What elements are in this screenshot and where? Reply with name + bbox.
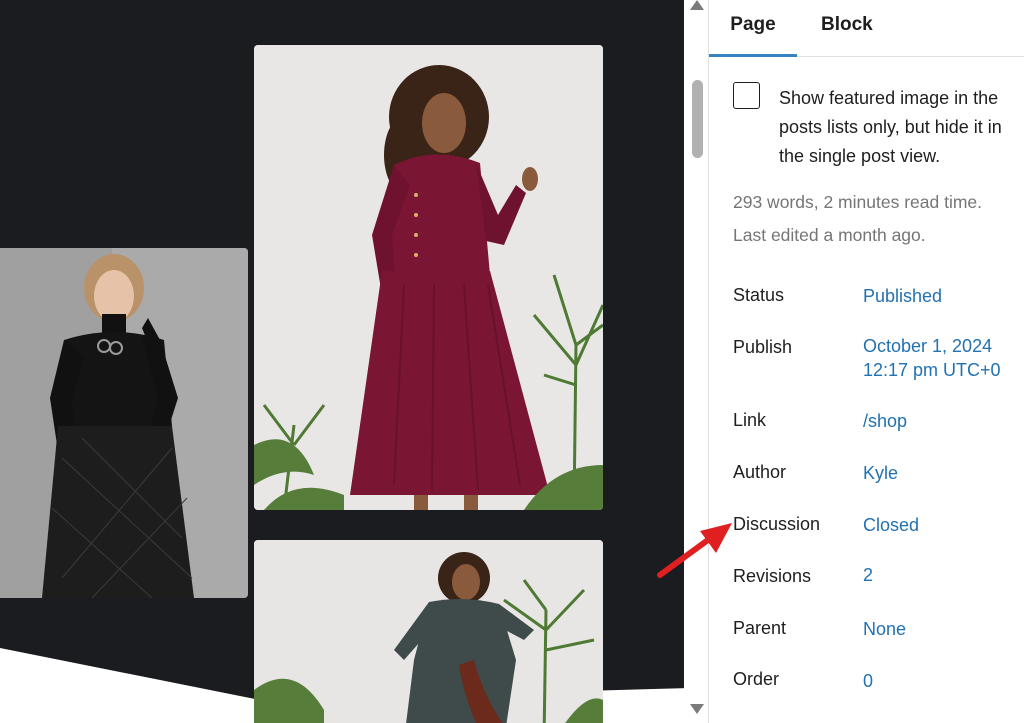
author-label: Author <box>733 462 787 482</box>
parent-label: Parent <box>733 618 787 638</box>
discussion-label: Discussion <box>733 514 821 534</box>
gallery-image-black-dress[interactable] <box>0 248 248 598</box>
last-edited-text: Last edited a month ago. <box>733 225 926 245</box>
author-value-button[interactable]: Kyle <box>863 461 898 485</box>
publish-date: October 1, 2024 <box>863 336 993 356</box>
vertical-scrollbar[interactable] <box>684 0 708 723</box>
link-value-button[interactable]: /shop <box>863 409 907 433</box>
tab-page-label: Page <box>730 14 776 35</box>
tab-page[interactable]: Page <box>709 0 797 57</box>
active-tab-indicator <box>709 54 797 57</box>
status-label: Status <box>733 285 785 305</box>
scrollbar-thumb[interactable] <box>692 80 703 158</box>
publish-time: 12:17 pm UTC+0 <box>863 360 1001 380</box>
revisions-value-button[interactable]: 2 <box>863 563 873 587</box>
triangle-down-icon[interactable] <box>690 704 704 714</box>
publish-date-button[interactable]: October 1, 2024 12:17 pm UTC+0 <box>863 334 1001 382</box>
settings-sidebar: Page Block Show featured image in the po… <box>708 0 1024 723</box>
gallery-image-red-dress[interactable] <box>254 45 603 510</box>
featured-image-checkbox-label[interactable]: Show featured image in the posts lists o… <box>779 84 1023 171</box>
order-label: Order <box>733 669 780 689</box>
status-value-button[interactable]: Published <box>863 284 942 308</box>
editor-canvas[interactable] <box>0 0 690 723</box>
tab-block[interactable]: Block <box>821 0 873 56</box>
featured-image-checkbox[interactable] <box>733 82 760 109</box>
publish-label: Publish <box>733 337 793 357</box>
sidebar-tabs: Page Block <box>709 0 1024 57</box>
discussion-value-button[interactable]: Closed <box>863 513 919 537</box>
triangle-up-icon[interactable] <box>690 0 704 10</box>
red-arrow-icon <box>657 523 732 578</box>
parent-value-button[interactable]: None <box>863 617 906 641</box>
gallery-image-green-dress[interactable] <box>254 540 603 723</box>
tab-block-label: Block <box>821 14 873 35</box>
revisions-label: Revisions <box>733 566 812 586</box>
order-value-button[interactable]: 0 <box>863 669 873 693</box>
link-label: Link <box>733 410 767 430</box>
word-count-text: 293 words, 2 minutes read time. <box>733 192 983 212</box>
